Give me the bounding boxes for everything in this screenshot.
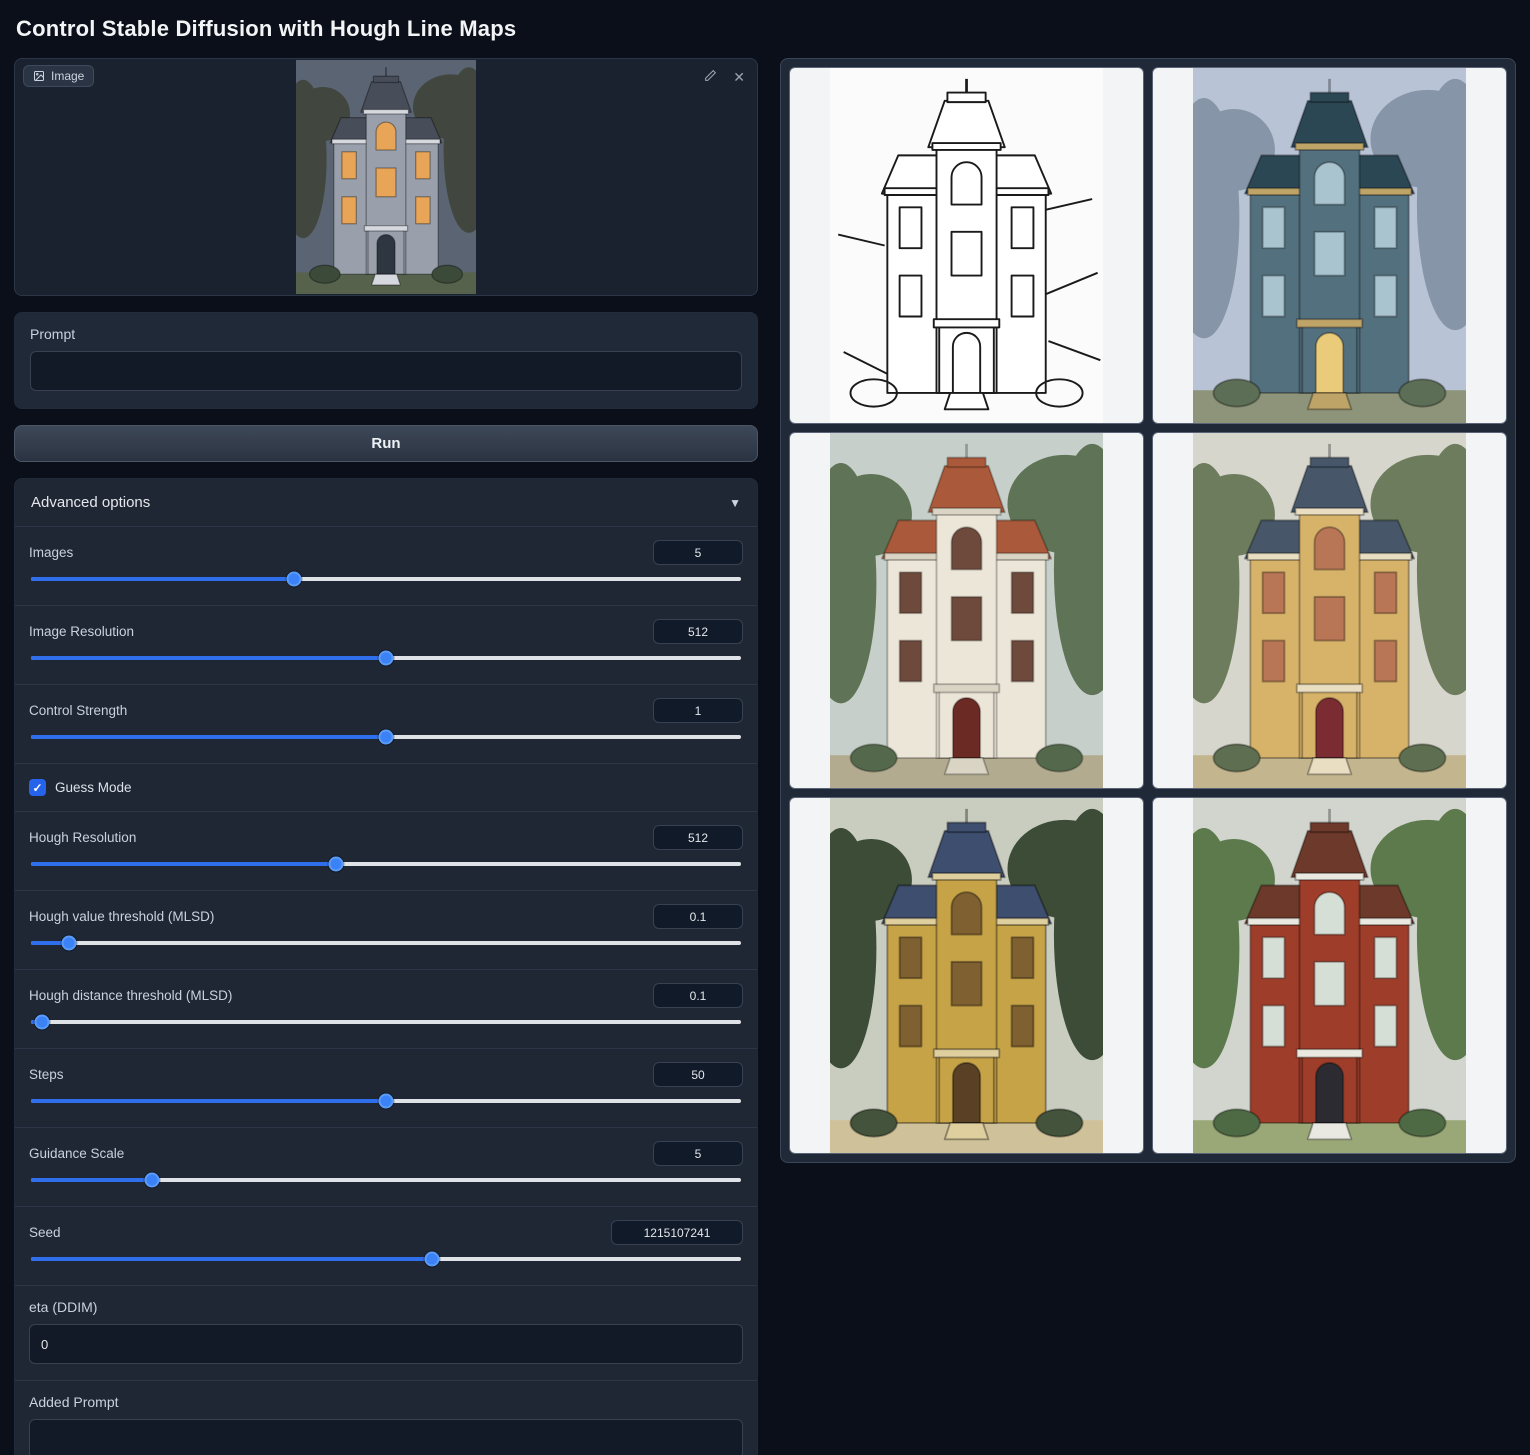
seed-row: Seed	[15, 1206, 757, 1285]
prompt-label: Prompt	[30, 326, 742, 342]
seed-label: Seed	[29, 1225, 61, 1240]
eta-label: eta (DDIM)	[29, 1299, 743, 1315]
generated-house-image-4	[830, 798, 1103, 1153]
gallery-item-hough-map[interactable]	[789, 67, 1144, 424]
hough-resolution-slider[interactable]	[31, 862, 741, 866]
gallery-item-result-4[interactable]	[789, 797, 1144, 1154]
guess-mode-label: Guess Mode	[55, 780, 132, 795]
gallery-item-result-1[interactable]	[1152, 67, 1507, 424]
slider-fill	[31, 1257, 432, 1261]
generated-house-image-5	[1193, 798, 1466, 1153]
guidance-scale-row: Guidance Scale	[15, 1127, 757, 1206]
page-title: Control Stable Diffusion with Hough Line…	[16, 16, 1516, 42]
added-prompt-input[interactable]	[29, 1419, 743, 1455]
control-strength-value-input[interactable]	[653, 698, 743, 723]
slider-fill	[31, 1178, 152, 1182]
guidance-scale-value-input[interactable]	[653, 1141, 743, 1166]
slider-handle[interactable]	[329, 857, 344, 872]
generated-house-image-1	[1193, 68, 1466, 423]
image-resolution-value-input[interactable]	[653, 619, 743, 644]
edit-image-button[interactable]	[702, 67, 719, 86]
control-strength-slider[interactable]	[31, 735, 741, 739]
added-prompt-row: Added Prompt	[15, 1380, 757, 1455]
slider-handle[interactable]	[379, 651, 394, 666]
hough-distance-threshold-row: Hough distance threshold (MLSD)	[15, 969, 757, 1048]
image-resolution-label: Image Resolution	[29, 624, 134, 639]
slider-handle[interactable]	[379, 1094, 394, 1109]
prompt-input[interactable]	[30, 351, 742, 391]
pencil-icon	[704, 69, 717, 82]
slider-handle[interactable]	[34, 1015, 49, 1030]
steps-row: Steps	[15, 1048, 757, 1127]
gallery-item-result-2[interactable]	[789, 432, 1144, 789]
seed-value-input[interactable]	[611, 1220, 743, 1245]
images-label: Images	[29, 545, 73, 560]
generated-house-image-2	[830, 433, 1103, 788]
gallery-item-result-5[interactable]	[1152, 797, 1507, 1154]
control-strength-label: Control Strength	[29, 703, 127, 718]
images-row: Images	[15, 526, 757, 605]
hough-resolution-value-input[interactable]	[653, 825, 743, 850]
hough-value-threshold-row: Hough value threshold (MLSD)	[15, 890, 757, 969]
images-value-input[interactable]	[653, 540, 743, 565]
slider-fill	[31, 1099, 386, 1103]
hough-distance-threshold-slider[interactable]	[31, 1020, 741, 1024]
guidance-scale-label: Guidance Scale	[29, 1146, 124, 1161]
eta-row: eta (DDIM)	[15, 1285, 757, 1380]
advanced-options-accordion[interactable]: Advanced options ▼	[15, 479, 757, 526]
guidance-scale-slider[interactable]	[31, 1178, 741, 1182]
image-resolution-slider[interactable]	[31, 656, 741, 660]
guess-mode-checkbox[interactable]: ✓ Guess Mode	[15, 763, 757, 811]
app-page: Control Stable Diffusion with Hough Line…	[0, 0, 1530, 1455]
slider-handle[interactable]	[286, 572, 301, 587]
images-slider[interactable]	[31, 577, 741, 581]
advanced-options-label: Advanced options	[31, 494, 150, 511]
hough-line-map-image	[830, 68, 1103, 423]
chevron-down-icon: ▼	[729, 496, 741, 510]
slider-handle[interactable]	[62, 936, 77, 951]
advanced-options-panel: Advanced options ▼ Images	[14, 478, 758, 1455]
slider-fill	[31, 862, 336, 866]
hough-resolution-row: Hough Resolution	[15, 811, 757, 890]
image-upload-panel[interactable]: Image ✕	[14, 58, 758, 296]
image-icon	[33, 70, 45, 82]
generated-house-image-3	[1193, 433, 1466, 788]
slider-fill	[31, 656, 386, 660]
image-label-badge: Image	[23, 65, 94, 87]
slider-handle[interactable]	[144, 1173, 159, 1188]
slider-fill	[31, 577, 294, 581]
prompt-panel: Prompt	[14, 312, 758, 409]
steps-label: Steps	[29, 1067, 64, 1082]
image-label: Image	[51, 69, 84, 83]
checkbox-check-icon: ✓	[29, 779, 46, 796]
close-icon: ✕	[733, 69, 745, 85]
slider-fill	[31, 735, 386, 739]
image-resolution-row: Image Resolution	[15, 605, 757, 684]
steps-slider[interactable]	[31, 1099, 741, 1103]
hough-distance-threshold-label: Hough distance threshold (MLSD)	[29, 988, 232, 1003]
slider-handle[interactable]	[425, 1252, 440, 1267]
hough-value-threshold-value-input[interactable]	[653, 904, 743, 929]
uploaded-house-photo	[296, 60, 476, 294]
uploaded-image-preview	[296, 60, 476, 294]
result-gallery	[780, 58, 1516, 1163]
slider-handle[interactable]	[379, 730, 394, 745]
hough-value-threshold-label: Hough value threshold (MLSD)	[29, 909, 214, 924]
seed-slider[interactable]	[31, 1257, 741, 1261]
gallery-item-result-3[interactable]	[1152, 432, 1507, 789]
hough-value-threshold-slider[interactable]	[31, 941, 741, 945]
run-button[interactable]: Run	[14, 425, 758, 462]
clear-image-button[interactable]: ✕	[731, 67, 747, 86]
steps-value-input[interactable]	[653, 1062, 743, 1087]
hough-distance-threshold-value-input[interactable]	[653, 983, 743, 1008]
eta-input[interactable]	[29, 1324, 743, 1364]
added-prompt-label: Added Prompt	[29, 1394, 743, 1410]
control-strength-row: Control Strength	[15, 684, 757, 763]
hough-resolution-label: Hough Resolution	[29, 830, 136, 845]
